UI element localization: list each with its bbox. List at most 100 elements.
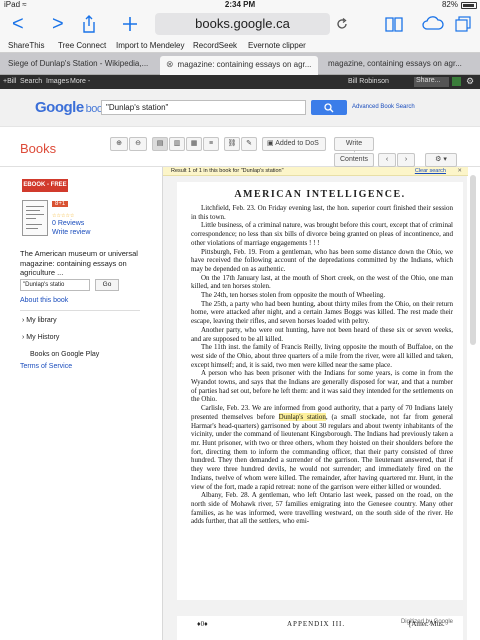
settings-icon[interactable]: ✎: [241, 137, 257, 151]
gbar-item[interactable]: More -: [70, 78, 90, 85]
paragraph: Albany, Feb. 28. A gentleman, who left O…: [191, 491, 453, 526]
close-icon[interactable]: ✕: [457, 167, 462, 176]
added-to-dos-button[interactable]: ▣ Added to DoS: [262, 137, 326, 151]
my-library-label: My library: [26, 317, 57, 324]
gbar-item[interactable]: Search: [20, 78, 42, 85]
logo-text: Google: [35, 99, 84, 116]
page-heading: AMERICAN INTELLIGENCE.: [234, 189, 406, 200]
paragraph: The 11th inst. the family of Francis Rei…: [191, 343, 453, 369]
divider: [20, 310, 140, 311]
user-name[interactable]: Bill Robinson: [348, 78, 389, 85]
tab-label: magazine: containing essays on agr...: [177, 60, 312, 69]
result-text: Result 1 of 1 in this book for "Dunlap's…: [171, 168, 284, 174]
go-button[interactable]: Go: [95, 279, 119, 291]
bookmark-item[interactable]: RecordSeek: [193, 41, 237, 50]
thumbnail-icon[interactable]: ▦: [186, 137, 202, 151]
gear-menu-icon[interactable]: ⚙ ▾: [425, 153, 457, 167]
bookmark-item[interactable]: Import to Mendeley: [116, 41, 184, 50]
page-gap: [177, 600, 463, 616]
zoom-in-icon[interactable]: ⊕: [110, 137, 128, 151]
contents-dropdown[interactable]: Contents ▾: [334, 153, 374, 175]
my-history-link[interactable]: › My History: [22, 334, 59, 341]
status-bar: iPad ≈ 2:34 PM 82%: [0, 0, 480, 10]
gbar-item[interactable]: Images: [46, 78, 69, 85]
terms-link[interactable]: Terms of Service: [20, 363, 72, 370]
added-label: Added to DoS: [275, 140, 319, 147]
bookmark-item[interactable]: Evernote clipper: [248, 41, 306, 50]
new-tab-icon[interactable]: [122, 16, 138, 34]
sidebar: EBOOK - FREE 8+1 ☆☆☆☆☆ 0 Reviews Write r…: [0, 167, 160, 640]
next-page-heading: APPENDIX III.: [287, 620, 346, 628]
paragraph: Little business, of a criminal nature, w…: [191, 221, 453, 247]
clear-search-link[interactable]: Clear search: [415, 167, 446, 176]
tab-magazine[interactable]: magazine, containing essays on agr...: [322, 56, 478, 75]
icloud-icon[interactable]: [422, 15, 444, 33]
chevron-right-icon: ›: [22, 317, 25, 324]
books-header: Google books "Dunlap's station" Advanced …: [0, 89, 480, 127]
search-button[interactable]: [311, 100, 347, 115]
search-in-book-input[interactable]: "Dunlap's statio: [20, 279, 90, 291]
reload-icon[interactable]: [336, 17, 348, 32]
chevron-right-icon: ›: [22, 334, 25, 341]
search-result-banner: Result 1 of 1 in this book for "Dunlap's…: [163, 167, 468, 176]
advanced-search-link[interactable]: Advanced Book Search: [352, 104, 415, 110]
google-plus-button[interactable]: 8+1: [52, 201, 69, 207]
bookmark-item[interactable]: Tree Connect: [58, 41, 106, 50]
battery-icon: [461, 2, 477, 9]
about-book-link[interactable]: About this book: [20, 297, 68, 304]
browser-toolbar: < > books.google.ca: [0, 10, 480, 38]
text-view-icon[interactable]: ≡: [203, 137, 219, 151]
paragraph: On the 17th January last, at the mouth o…: [191, 273, 453, 291]
paragraph: Litchfield, Feb. 23. On Friday evening l…: [191, 204, 453, 221]
paragraph: A person who has been prisoner with the …: [191, 369, 453, 404]
prev-page-icon[interactable]: ‹: [378, 153, 396, 167]
book-viewer: Result 1 of 1 in this book for "Dunlap's…: [162, 167, 468, 640]
my-history-label: My History: [26, 334, 60, 341]
tab-magazine-active[interactable]: ⊗ magazine: containing essays on agr...: [160, 56, 318, 75]
ebook-free-button[interactable]: EBOOK - FREE: [22, 179, 68, 192]
tab-wikipedia[interactable]: Siege of Dunlap's Station - Wikipedia,..…: [2, 56, 158, 75]
link-icon[interactable]: ⛓: [224, 137, 240, 151]
bookmarks-icon[interactable]: [385, 16, 403, 34]
close-tab-icon[interactable]: ⊗: [166, 59, 174, 69]
one-page-icon[interactable]: ▤: [152, 137, 168, 151]
google-bar: +Bill Search Images More - Bill Robinson…: [0, 75, 480, 89]
search-highlight: Dunlap's station: [278, 412, 326, 421]
paragraph: Carlisle, Feb. 23. We are informed from …: [191, 404, 453, 491]
paragraph: The 25th, a party who had been hunting, …: [191, 299, 453, 326]
book-title: The American museum or universal magazin…: [20, 249, 138, 277]
share-icon[interactable]: [82, 15, 96, 35]
page-number: ♦0♦: [197, 620, 208, 628]
rating-stars-icon: ☆☆☆☆☆: [52, 213, 75, 219]
paragraph: Pittsburgh, Feb. 19. From a gentleman, w…: [191, 247, 453, 273]
forward-icon[interactable]: >: [52, 14, 64, 34]
two-page-icon[interactable]: ▥: [169, 137, 185, 151]
zoom-out-icon[interactable]: ⊖: [129, 137, 147, 151]
clock: 2:34 PM: [224, 0, 256, 9]
tab-label: magazine, containing essays on agr...: [328, 59, 462, 68]
write-review-link[interactable]: Write review: [52, 229, 90, 236]
scrollbar[interactable]: [470, 175, 476, 345]
tabs-icon[interactable]: [455, 16, 471, 34]
book-page: AMERICAN INTELLIGENCE. Litchfield, Feb. …: [177, 182, 463, 640]
share-box[interactable]: Share...: [414, 77, 449, 87]
google-play-link[interactable]: Books on Google Play: [30, 351, 99, 358]
reviews-link[interactable]: 0 Reviews: [52, 220, 84, 227]
tab-strip: Siege of Dunlap's Station - Wikipedia,..…: [0, 53, 480, 75]
search-input[interactable]: "Dunlap's station": [101, 100, 306, 115]
write-review-button[interactable]: Write review: [334, 137, 374, 159]
library-icon: ▣: [267, 140, 274, 147]
paragraph: The 24th, ten horses stolen from opposit…: [201, 291, 386, 300]
avatar[interactable]: [452, 77, 461, 86]
gbar-item[interactable]: +Bill: [3, 78, 16, 85]
address-bar[interactable]: books.google.ca: [155, 13, 330, 35]
my-library-link[interactable]: › My library: [22, 317, 57, 324]
bookmark-item[interactable]: ShareThis: [8, 41, 44, 50]
tab-label: Siege of Dunlap's Station - Wikipedia,..…: [8, 59, 149, 68]
next-page-icon[interactable]: ›: [397, 153, 415, 167]
book-cover-thumbnail[interactable]: [22, 200, 48, 236]
paragraph: Another party, who were out hunting, hav…: [191, 325, 453, 343]
books-title: Books: [20, 141, 57, 156]
gear-icon[interactable]: ⚙: [466, 76, 474, 87]
back-icon[interactable]: <: [12, 14, 24, 34]
